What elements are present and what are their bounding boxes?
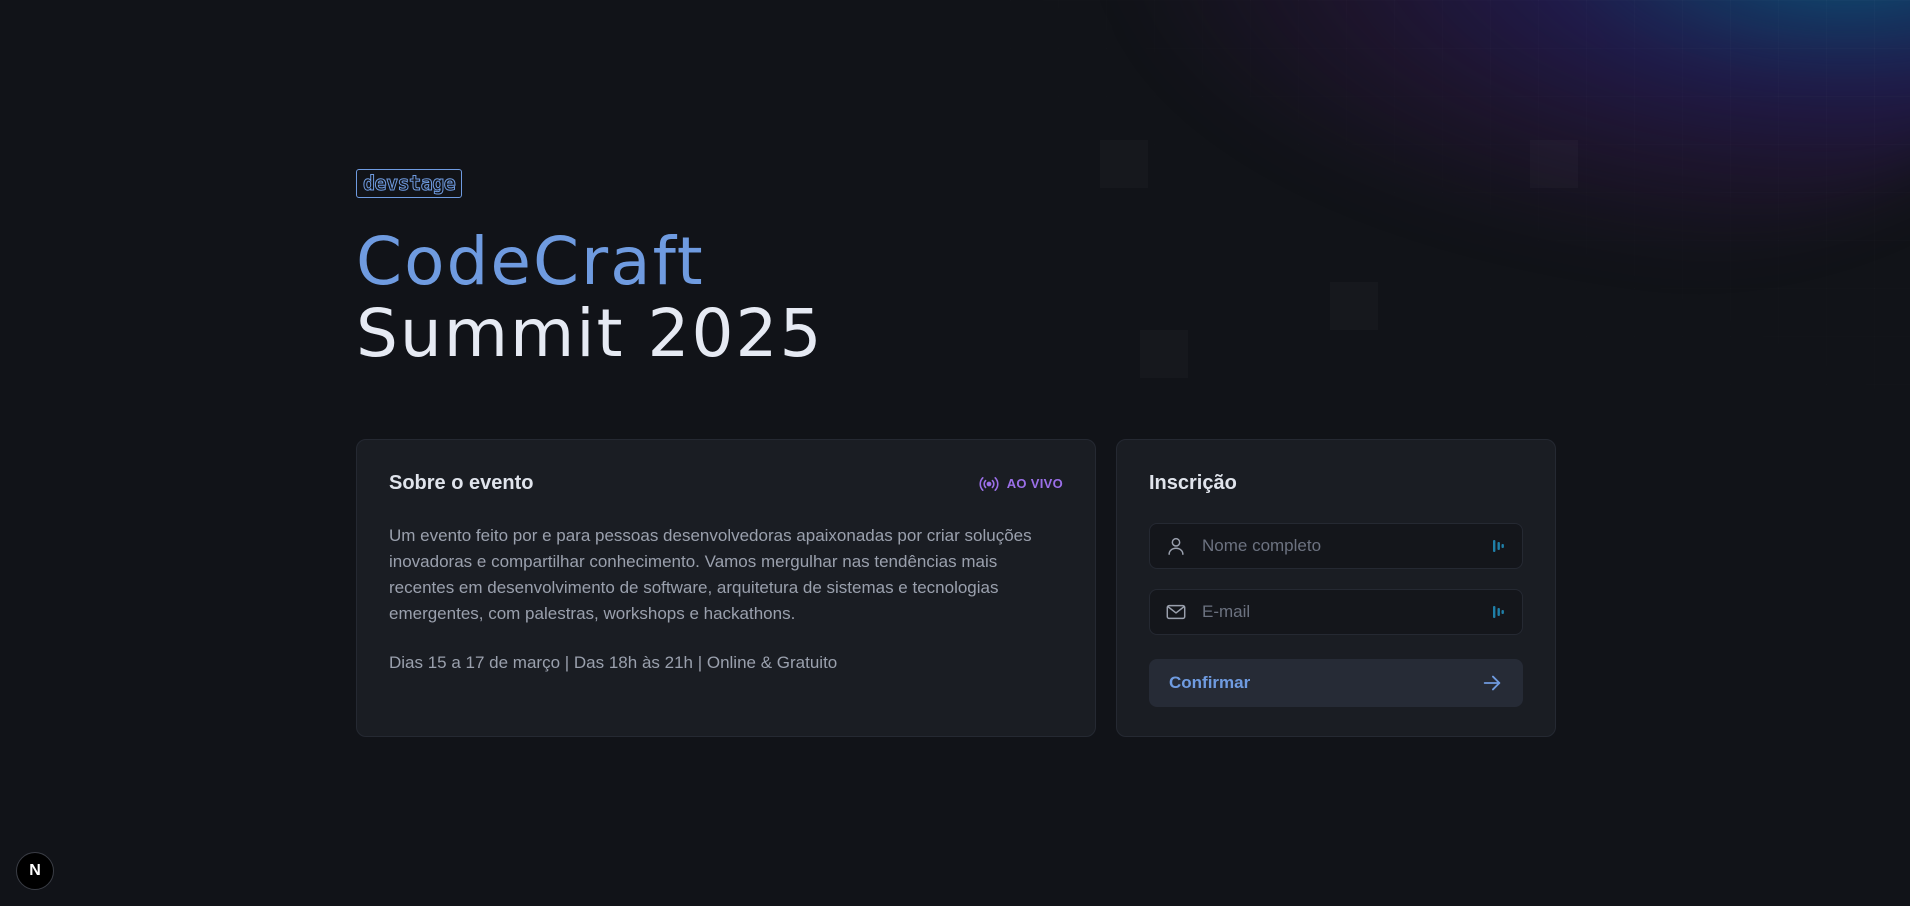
- about-title: Sobre o evento: [389, 472, 534, 494]
- about-description: Um evento feito por e para pessoas desen…: [389, 526, 1032, 623]
- name-field[interactable]: [1149, 523, 1523, 569]
- confirm-button[interactable]: Confirmar: [1149, 659, 1523, 707]
- live-badge: AO VIVO: [979, 476, 1063, 492]
- email-field[interactable]: [1149, 589, 1523, 635]
- hero-title-line2: Summit 2025: [356, 295, 824, 372]
- user-icon: [1164, 534, 1188, 558]
- signup-title: Inscrição: [1149, 472, 1237, 494]
- name-input[interactable]: [1200, 535, 1490, 557]
- confirm-label: Confirmar: [1169, 673, 1251, 692]
- main-container: devstage CodeCraft Summit 2025 Sobre o e…: [356, 169, 1556, 737]
- broadcast-icon: [979, 476, 999, 491]
- about-card-header: Sobre o evento AO VIVO: [389, 472, 1063, 495]
- page: devstage CodeCraft Summit 2025 Sobre o e…: [0, 0, 1910, 906]
- hero-title-line1: CodeCraft: [356, 223, 705, 300]
- mail-icon: [1164, 600, 1188, 624]
- devstage-logo: devstage: [356, 169, 463, 198]
- cards-row: Sobre o evento AO VIVO Um evento feito p…: [356, 439, 1556, 737]
- arrow-right-icon: [1483, 675, 1501, 691]
- password-manager-icon[interactable]: [1490, 537, 1508, 555]
- event-schedule: Dias 15 a 17 de março | Das 18h às 21h |…: [389, 653, 838, 672]
- hero-title: CodeCraft Summit 2025: [356, 226, 1556, 370]
- dev-tools-badge[interactable]: N: [16, 852, 54, 890]
- about-card: Sobre o evento AO VIVO Um evento feito p…: [356, 439, 1096, 737]
- password-manager-icon[interactable]: [1490, 603, 1508, 621]
- signup-card: Inscrição Nome completo E-mail Confirmar: [1116, 439, 1556, 737]
- email-input[interactable]: [1200, 601, 1490, 623]
- live-label: AO VIVO: [1006, 476, 1063, 491]
